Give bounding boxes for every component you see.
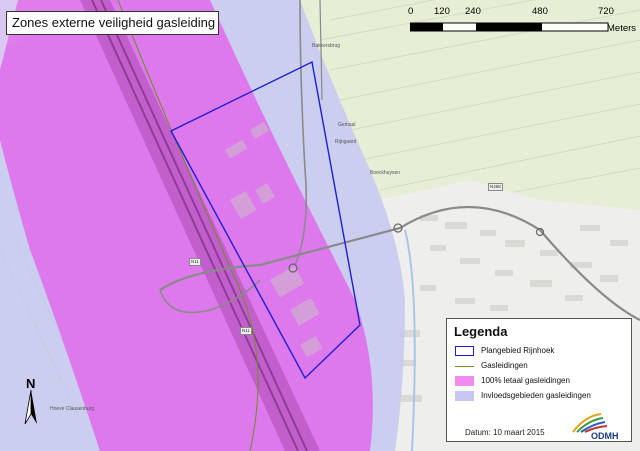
road-shield-n11-b: N11	[240, 327, 252, 335]
map-view[interactable]: N458 N11 N11 Bakkersbrug Gemaal Rijngaar…	[0, 0, 640, 451]
legend-swatch-gasleidingen	[455, 366, 474, 367]
scale-tick-480: 480	[532, 6, 548, 17]
place-label-hoeve: Hoeve Clausenburg	[50, 406, 95, 412]
place-label-boeckhuysen: Boeckhuysen	[370, 170, 401, 176]
scale-bar: 0 120 240 480 720 Meters	[408, 6, 638, 36]
legend-label-plangebied: Plangebied Rijnhoek	[481, 346, 555, 355]
odmh-logo: ODMH	[572, 413, 619, 440]
legend-panel: Legenda Plangebied Rijnhoek Gasleidingen…	[446, 318, 632, 442]
legend-swatch-invloed	[455, 391, 474, 401]
scale-tick-120: 120	[434, 6, 450, 17]
road-shield-n458: N458	[488, 183, 503, 191]
legend-heading: Legenda	[454, 324, 508, 339]
scale-tick-240: 240	[465, 6, 481, 17]
legend-label-letaal: 100% letaal gasleidingen	[481, 376, 570, 385]
scale-units: Meters	[607, 23, 637, 34]
place-label-bakkersbrug: Bakkersbrug	[312, 43, 341, 49]
map-title: Zones externe veiligheid gasleiding A-51…	[6, 11, 219, 35]
north-arrow: N	[22, 376, 40, 424]
road-shield-n11-a: N11	[189, 258, 201, 266]
scale-bar-graphic	[410, 22, 609, 32]
legend-label-invloed: Invloedsgebieden gasleidingen	[481, 391, 591, 400]
north-arrow-icon	[24, 390, 37, 424]
odmh-logo-text: ODMH	[591, 431, 619, 440]
legend-swatch-letaal	[455, 376, 474, 386]
legend-date: Datum: 10 maart 2015	[465, 428, 545, 437]
legend-label-gasleidingen: Gasleidingen	[481, 361, 528, 370]
place-label-gemaal: Gemaal	[338, 122, 356, 128]
scale-tick-720: 720	[598, 6, 614, 17]
scale-tick-0: 0	[408, 6, 414, 17]
north-label: N	[26, 376, 36, 391]
legend-swatch-plangebied	[455, 346, 474, 356]
place-label-rijngaard: Rijngaard	[335, 139, 357, 145]
